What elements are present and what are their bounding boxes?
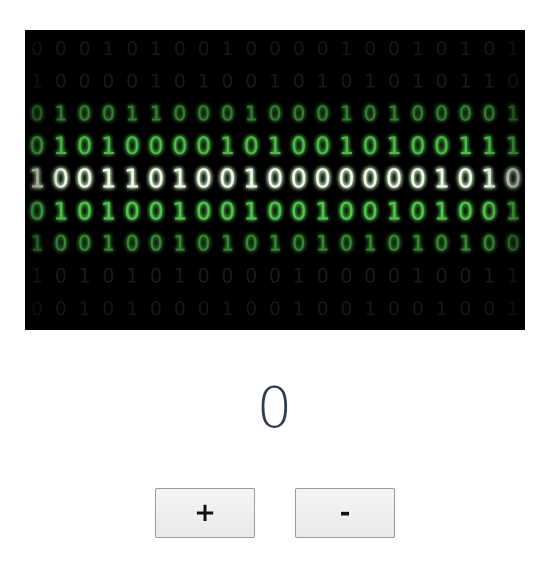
edge-vignette	[25, 30, 525, 330]
increment-button[interactable]: +	[155, 488, 255, 538]
binary-code-graphic: 0001010010000100101011000010100101010101…	[25, 30, 525, 330]
decrement-button[interactable]: -	[295, 488, 395, 538]
binary-code-image: 0001010010000100101011000010100101010101…	[25, 30, 525, 330]
counter-value: 0	[256, 376, 293, 441]
